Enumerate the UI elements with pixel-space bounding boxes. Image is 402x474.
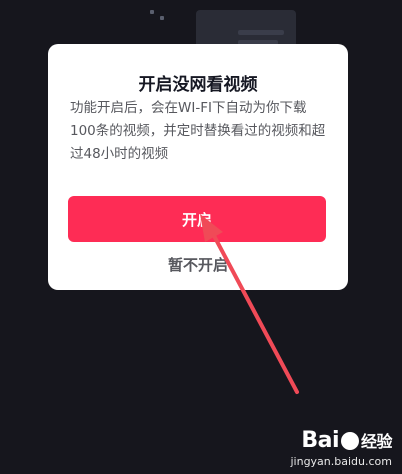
watermark-url: jingyan.baidu.com <box>290 455 392 468</box>
paw-icon <box>340 432 359 450</box>
baidu-logo: Bai 经验 <box>301 428 392 453</box>
watermark: Bai 经验 jingyan.baidu.com <box>290 428 392 468</box>
annotation-arrow-icon <box>200 214 299 394</box>
